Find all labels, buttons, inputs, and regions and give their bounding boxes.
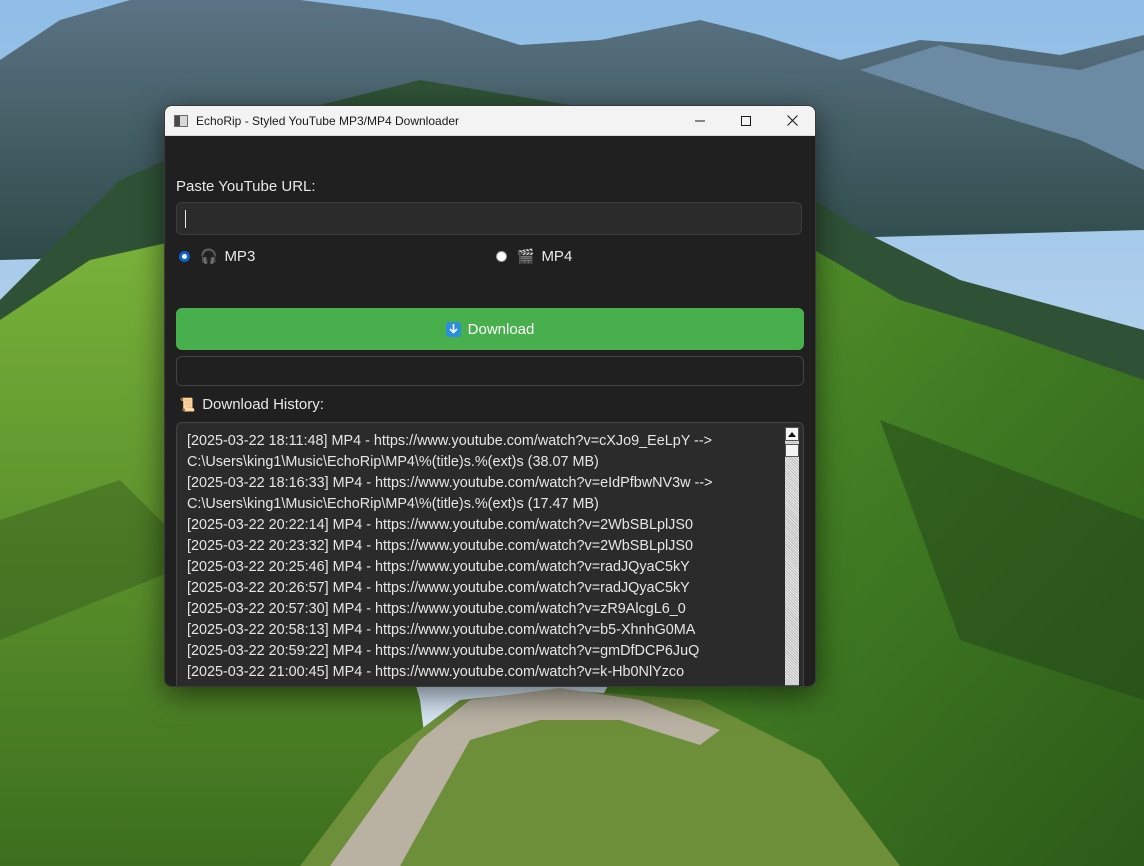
- history-header: 📜 Download History:: [179, 396, 324, 413]
- headphones-icon: 🎧: [200, 248, 218, 264]
- url-label: Paste YouTube URL:: [176, 178, 316, 195]
- history-entry: C:\Users\king1\Music\EchoRip\MP4\%(title…: [187, 454, 599, 470]
- history-entry: [2025-03-22 21:00:45] MP4 - https://www.…: [187, 664, 685, 680]
- history-label: Download History:: [202, 396, 324, 413]
- history-list: [2025-03-22 18:11:48] MP4 - https://www.…: [187, 431, 777, 686]
- maximize-icon: [741, 115, 751, 126]
- history-entry: [2025-03-22 21:01:21] MP4 - https://www.…: [187, 683, 777, 686]
- arrow-up-icon: [788, 431, 796, 437]
- history-entry: C:\Users\king1\Music\EchoRip\MP4\%(title…: [187, 496, 599, 512]
- mp4-radio[interactable]: 🎬 MP4: [496, 248, 572, 265]
- history-entry: [2025-03-22 18:11:48] MP4 - https://www.…: [187, 433, 713, 449]
- download-arrow-icon: [445, 321, 461, 337]
- history-entry: [2025-03-22 20:57:30] MP4 - https://www.…: [187, 601, 686, 617]
- text-caret: [185, 210, 186, 228]
- scroll-icon: 📜: [179, 396, 196, 412]
- title-bar[interactable]: EchoRip - Styled YouTube MP3/MP4 Downloa…: [165, 106, 815, 136]
- app-window: EchoRip - Styled YouTube MP3/MP4 Downloa…: [164, 105, 816, 687]
- mp3-radio[interactable]: 🎧 MP3: [179, 248, 255, 265]
- mp3-label: MP3: [224, 248, 256, 265]
- maximize-button[interactable]: [723, 106, 769, 135]
- history-scrollbar[interactable]: [785, 427, 799, 686]
- url-input[interactable]: [176, 202, 802, 235]
- scroll-up-button[interactable]: [785, 427, 799, 441]
- history-entry: [2025-03-22 20:26:57] MP4 - https://www.…: [187, 580, 690, 596]
- close-button[interactable]: [769, 106, 815, 135]
- radio-checked-indicator: [179, 251, 190, 262]
- history-entry: [2025-03-22 20:25:46] MP4 - https://www.…: [187, 559, 690, 575]
- status-field: [176, 356, 804, 386]
- history-entry: [2025-03-22 18:16:33] MP4 - https://www.…: [187, 475, 713, 491]
- history-textbox[interactable]: [2025-03-22 18:11:48] MP4 - https://www.…: [176, 422, 804, 686]
- history-entry: [2025-03-22 20:59:22] MP4 - https://www.…: [187, 643, 700, 659]
- download-label: Download: [467, 320, 535, 338]
- history-entry: [2025-03-22 20:22:14] MP4 - https://www.…: [187, 517, 693, 533]
- window-title: EchoRip - Styled YouTube MP3/MP4 Downloa…: [196, 113, 460, 128]
- download-button[interactable]: Download: [176, 308, 804, 350]
- minimize-button[interactable]: [677, 106, 723, 135]
- history-entry: [2025-03-22 20:23:32] MP4 - https://www.…: [187, 538, 693, 554]
- clapperboard-icon: 🎬: [517, 248, 535, 264]
- scroll-down-button[interactable]: [785, 685, 799, 686]
- minimize-icon: [695, 120, 705, 121]
- history-entry: [2025-03-22 20:58:13] MP4 - https://www.…: [187, 622, 696, 638]
- mp4-label: MP4: [541, 248, 573, 265]
- scrollbar-thumb[interactable]: [785, 444, 799, 457]
- radio-unchecked-indicator: [496, 251, 507, 262]
- format-selector: 🎧 MP3 🎬 MP4: [179, 248, 799, 270]
- close-icon: [786, 115, 798, 126]
- app-icon: [174, 114, 188, 127]
